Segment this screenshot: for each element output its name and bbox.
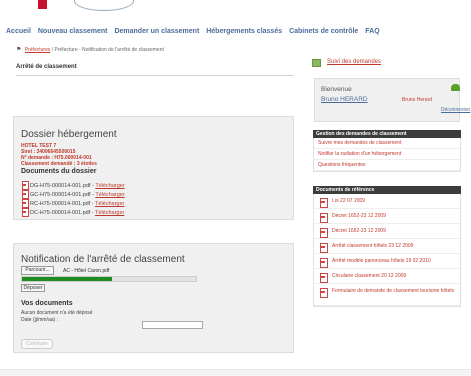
user-icon xyxy=(451,84,460,91)
pdf-icon xyxy=(21,199,29,208)
home-icon[interactable]: ⚑ xyxy=(16,47,21,53)
nav-item-hebergements-classes[interactable]: Hébergements classés xyxy=(206,28,282,35)
page-title: Arrêté de classement xyxy=(16,64,77,70)
documents-dossier-title: Documents du dossier xyxy=(21,168,97,175)
nav-item-nouveau-classement[interactable]: Nouveau classement xyxy=(38,28,108,35)
pdf-icon xyxy=(21,190,29,199)
pdf-icon xyxy=(320,243,328,253)
gestion-item-suivre[interactable]: Suivre mes demandes de classement xyxy=(314,138,460,149)
reference-doc-link[interactable]: Formulaire de demande de classement tour… xyxy=(314,284,460,306)
document-name: RC-H75-000014-001.pdf - xyxy=(30,201,96,207)
document-item: DG-H75-000014-001.pdf - Télécharger xyxy=(21,181,125,190)
pdf-icon xyxy=(320,273,328,283)
nav-item-accueil[interactable]: Accueil xyxy=(6,28,31,35)
top-navigation: Accueil Nouveau classement Demander un c… xyxy=(0,28,471,40)
reference-doc-link[interactable]: Circulaire classement 20 12 2009 xyxy=(314,269,460,284)
reference-doc-link[interactable]: Décret 1652-23 12 2009 xyxy=(314,224,460,239)
republique-logo xyxy=(38,0,47,9)
browse-button[interactable]: Parcourir... xyxy=(21,266,54,275)
title-divider xyxy=(16,75,294,76)
footer xyxy=(0,369,471,376)
gestion-item-faq[interactable]: Questions fréquentes xyxy=(314,160,460,171)
pdf-icon xyxy=(320,198,328,208)
user-name-link[interactable]: Bruno HERARD xyxy=(321,96,368,103)
date-label: Date (jj/mm/aa) : xyxy=(21,317,58,323)
upload-progress-bar xyxy=(21,276,197,282)
download-link[interactable]: Télécharger xyxy=(95,210,124,216)
breadcrumb-current: / Préfecture - Notification de l'arrêté … xyxy=(51,47,164,53)
welcome-box: Bienvenue Bruno HERARD Bruno Herard Déco… xyxy=(314,78,470,122)
classement-demande: Classement demandé : 3 étoiles xyxy=(21,161,97,167)
site-header xyxy=(0,0,471,22)
reference-doc-link[interactable]: Loi 22 07 2009 xyxy=(314,194,460,209)
pdf-icon xyxy=(320,288,328,298)
notification-panel: Notification de l'arrêté de classement P… xyxy=(13,243,294,353)
welcome-title: Bienvenue xyxy=(321,86,352,93)
download-link[interactable]: Télécharger xyxy=(95,201,124,207)
pdf-icon xyxy=(21,208,29,217)
gestion-item-radiation[interactable]: Notifier la radiation d'un hébergement xyxy=(314,149,460,160)
upload-progress-fill xyxy=(22,277,113,281)
dossier-panel: Dossier hébergement HOTEL TEST 7 Siret :… xyxy=(13,116,294,220)
gestion-demandes-header: Gestion des demandes de classement xyxy=(313,130,461,138)
continue-button[interactable]: Continuer xyxy=(21,339,53,349)
download-link[interactable]: Télécharger xyxy=(95,183,124,189)
reference-doc-link[interactable]: Arrêté classement hôtels 23 12 2009 xyxy=(314,239,460,254)
logout-link[interactable]: Déconnexion xyxy=(441,107,470,113)
notification-title: Notification de l'arrêté de classement xyxy=(21,254,185,265)
vos-documents-title: Vos documents xyxy=(21,300,73,307)
upload-button[interactable]: Déposer xyxy=(21,284,45,292)
suivi-demandes-link[interactable]: Suivi des demandes xyxy=(327,59,381,65)
nav-item-cabinets-controle[interactable]: Cabinets de contrôle xyxy=(289,28,358,35)
documents-reference-header: Documents de référence xyxy=(313,186,461,194)
folder-icon xyxy=(312,59,321,67)
document-item: RC-H75-000014-001.pdf - Télécharger xyxy=(21,199,124,208)
selected-file-name: AC - Hôtel Caron.pdf xyxy=(63,268,110,274)
breadcrumb-prefectures-link[interactable]: Préfectures xyxy=(25,47,51,53)
download-link[interactable]: Télécharger xyxy=(95,192,124,198)
breadcrumb: ⚑ Préfectures / Préfecture - Notificatio… xyxy=(16,46,164,53)
user-label: Bruno Herard xyxy=(402,97,433,103)
date-field[interactable] xyxy=(142,321,203,329)
document-item: DC-H75-000014-001.pdf - Télécharger xyxy=(21,208,124,217)
pdf-icon xyxy=(320,213,328,223)
reference-doc-link[interactable]: Décret 1652-23 12 2009 xyxy=(314,209,460,224)
gestion-demandes-list: Suivre mes demandes de classement Notifi… xyxy=(313,138,461,172)
documents-reference-list: Loi 22 07 2009 Décret 1652-23 12 2009 Dé… xyxy=(313,194,461,307)
nav-item-faq[interactable]: FAQ xyxy=(365,28,379,35)
nav-item-demander-classement[interactable]: Demander un classement xyxy=(114,28,199,35)
document-name: DG-H75-000014-001.pdf - xyxy=(30,183,96,189)
document-item: GC-H75-000014-001.pdf - Télécharger xyxy=(21,190,125,199)
reference-doc-link[interactable]: Arrêté modèle panonceau hôtels 19 02 201… xyxy=(314,254,460,269)
pdf-icon xyxy=(320,258,328,268)
dossier-title: Dossier hébergement xyxy=(21,129,117,140)
document-name: DC-H75-000014-001.pdf - xyxy=(30,210,96,216)
pdf-icon xyxy=(21,181,29,190)
pdf-icon xyxy=(320,228,328,238)
document-name: GC-H75-000014-001.pdf - xyxy=(30,192,96,198)
no-document-message: Aucun document n'a été déposé xyxy=(21,310,93,316)
